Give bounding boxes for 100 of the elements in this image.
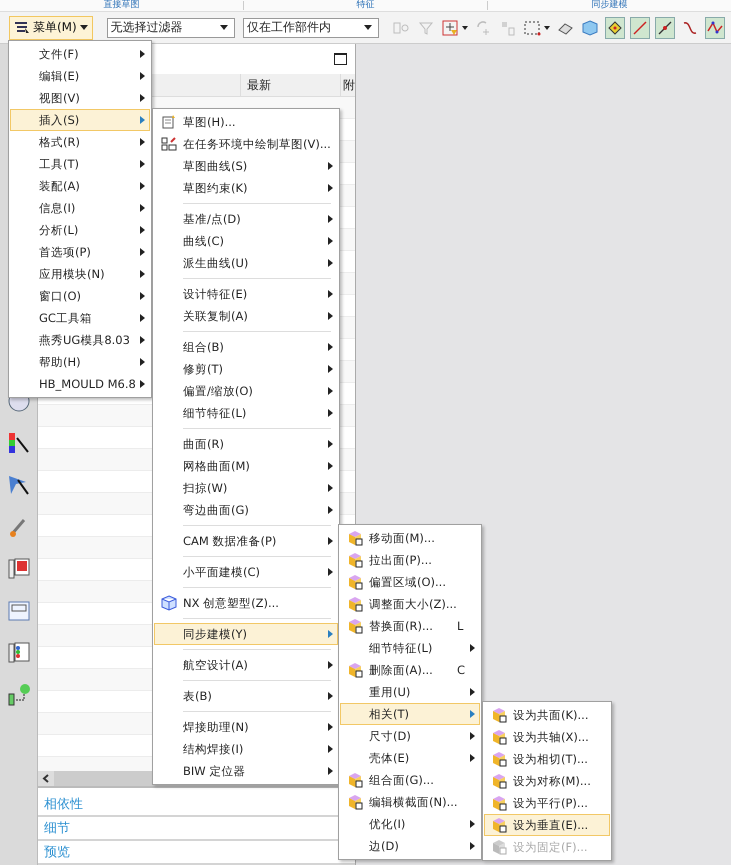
menu-item[interactable]: BIW 定位器 (154, 760, 338, 782)
submenu-arrow-icon (140, 50, 145, 58)
menu-item[interactable]: 偏置区域(O)... (340, 571, 480, 593)
submenu-arrow-icon (140, 182, 145, 190)
menu-item[interactable]: 设为共面(K)... (484, 704, 610, 726)
menu-item[interactable]: 设为对称(M)... (484, 770, 610, 792)
menu-item[interactable]: 设为垂直(E)... (484, 814, 610, 836)
submenu-arrow-icon (328, 259, 333, 267)
menu-item[interactable]: 首选项(P) (10, 241, 150, 263)
submenu-arrow-icon (470, 754, 475, 762)
menu-item[interactable]: 细节特征(L) (340, 637, 480, 659)
menu-item[interactable]: 表(B) (154, 685, 338, 707)
menu-item[interactable]: 调整面大小(Z)... (340, 593, 480, 615)
menu-item[interactable]: HB_MOULD M6.8 (10, 373, 150, 395)
menu-item[interactable]: 关联复制(A) (154, 305, 338, 327)
menu-item[interactable]: 修剪(T) (154, 358, 338, 380)
menu-item[interactable]: 窗口(O) (10, 285, 150, 307)
menu-item[interactable]: 视图(V) (10, 87, 150, 109)
menu-item[interactable]: 派生曲线(U) (154, 252, 338, 274)
cube-icon (491, 751, 507, 767)
restore-icon[interactable] (334, 53, 347, 65)
submenu-arrow-icon (328, 162, 333, 170)
cube-icon (491, 729, 507, 745)
column-header[interactable]: 附 (340, 74, 355, 96)
menu-item[interactable]: 拉出面(P)... (340, 549, 480, 571)
menu-item[interactable]: 替换面(R)... L (340, 615, 480, 637)
submenu-arrow-icon (140, 94, 145, 102)
toolbar-spline-icon[interactable] (705, 16, 725, 38)
menu-item[interactable]: 应用模块(N) (10, 263, 150, 285)
menu-item[interactable]: CAM 数据准备(P) (154, 530, 338, 552)
menu-button[interactable]: 菜单(M) (9, 16, 93, 40)
submenu-arrow-icon (328, 365, 333, 373)
menu-item[interactable]: 重用(U) (340, 681, 480, 703)
submenu-arrow-icon (140, 204, 145, 212)
menu-item[interactable]: 帮助(H) (10, 351, 150, 373)
filter-dropdown[interactable]: 无选择过滤器 (106, 18, 235, 38)
menu-item[interactable]: 草图(H)... (154, 111, 338, 133)
cube-icon (347, 618, 363, 634)
menu-item[interactable]: 工具(T) (10, 153, 150, 175)
menu-item[interactable]: 设为相切(T)... (484, 748, 610, 770)
menu-item[interactable]: 装配(A) (10, 175, 150, 197)
menu-item[interactable]: 分析(L) (10, 219, 150, 241)
cube-icon (491, 839, 507, 855)
toolbar-points-icon[interactable] (605, 16, 625, 38)
menu-item[interactable]: 焊接助理(N) (154, 716, 338, 738)
submenu-arrow-icon (328, 237, 333, 245)
cube-icon (491, 773, 507, 789)
menu-item[interactable]: 曲面(R) (154, 433, 338, 455)
menu-item[interactable]: 同步建模(Y) (154, 623, 338, 645)
menu-item[interactable]: 文件(F) (10, 43, 150, 65)
menu-item[interactable]: 在任务环境中绘制草图(V)... (154, 133, 338, 155)
menu-item[interactable]: 组合面(G)... (340, 769, 480, 791)
submenu-arrow-icon (140, 138, 145, 146)
submenu-arrow-icon (140, 160, 145, 168)
menu-item[interactable]: 设计特征(E) (154, 283, 338, 305)
submenu-arrow-icon (140, 292, 145, 300)
cube-icon (347, 574, 363, 590)
menu-item[interactable]: GC工具箱 (10, 307, 150, 329)
menu-item[interactable]: 燕秀UG模具8.03 (10, 329, 150, 351)
menu-item[interactable]: 网格曲面(M) (154, 455, 338, 477)
menu-item[interactable]: 设为共轴(X)... (484, 726, 610, 748)
menu-item[interactable]: 细节特征(L) (154, 402, 338, 424)
submenu-arrow-icon (328, 312, 333, 320)
menu-item[interactable]: 格式(R) (10, 131, 150, 153)
submenu-arrow-icon (470, 842, 475, 850)
toolbar-line-point-icon[interactable] (655, 16, 675, 38)
menu-item[interactable]: 基准/点(D) (154, 208, 338, 230)
menu-item[interactable]: 尺寸(D) (340, 725, 480, 747)
menu-item[interactable]: 组合(B) (154, 336, 338, 358)
menu-item[interactable]: 插入(S) (10, 109, 150, 131)
submenu-arrow-icon (328, 537, 333, 545)
submenu-arrow-icon (328, 661, 333, 669)
menu-item[interactable]: 草图约束(K) (154, 177, 338, 199)
menu-item[interactable]: 小平面建模(C) (154, 561, 338, 583)
submenu-arrow-icon (328, 343, 333, 351)
menu-item[interactable]: 相关(T) (340, 703, 480, 725)
submenu-arrow-icon (140, 314, 145, 322)
menu-item[interactable]: 偏置/缩放(O) (154, 380, 338, 402)
menu-item[interactable]: 设为平行(P)... (484, 792, 610, 814)
menu-item[interactable]: 扫掠(W) (154, 477, 338, 499)
menu-item[interactable]: 移动面(M)... (340, 527, 480, 549)
menu-item[interactable]: 删除面(A)... C (340, 659, 480, 681)
submenu-arrow-icon (328, 387, 333, 395)
menu-item[interactable]: 信息(I) (10, 197, 150, 219)
cube-icon (347, 794, 363, 810)
menu-item[interactable]: 编辑(E) (10, 65, 150, 87)
menu-item[interactable]: 壳体(E) (340, 747, 480, 769)
menu-item[interactable]: NX 创意塑型(Z)... (154, 592, 338, 614)
menu-item[interactable]: 弯边曲面(G) (154, 499, 338, 521)
link-icon[interactable] (6, 682, 32, 708)
menu-item[interactable]: 草图曲线(S) (154, 155, 338, 177)
scroll-left-icon[interactable] (38, 771, 54, 786)
submenu-arrow-icon (328, 506, 333, 514)
menu-item[interactable]: 曲线(C) (154, 230, 338, 252)
shortcut-key: L (457, 619, 479, 633)
menu-item[interactable]: 航空设计(A) (154, 654, 338, 676)
menu-item[interactable]: 结构焊接(I) (154, 738, 338, 760)
column-header[interactable]: 最新 (240, 74, 340, 96)
cube-icon (347, 772, 363, 788)
filter-dropdown[interactable]: 仅在工作部件内 (242, 18, 379, 38)
